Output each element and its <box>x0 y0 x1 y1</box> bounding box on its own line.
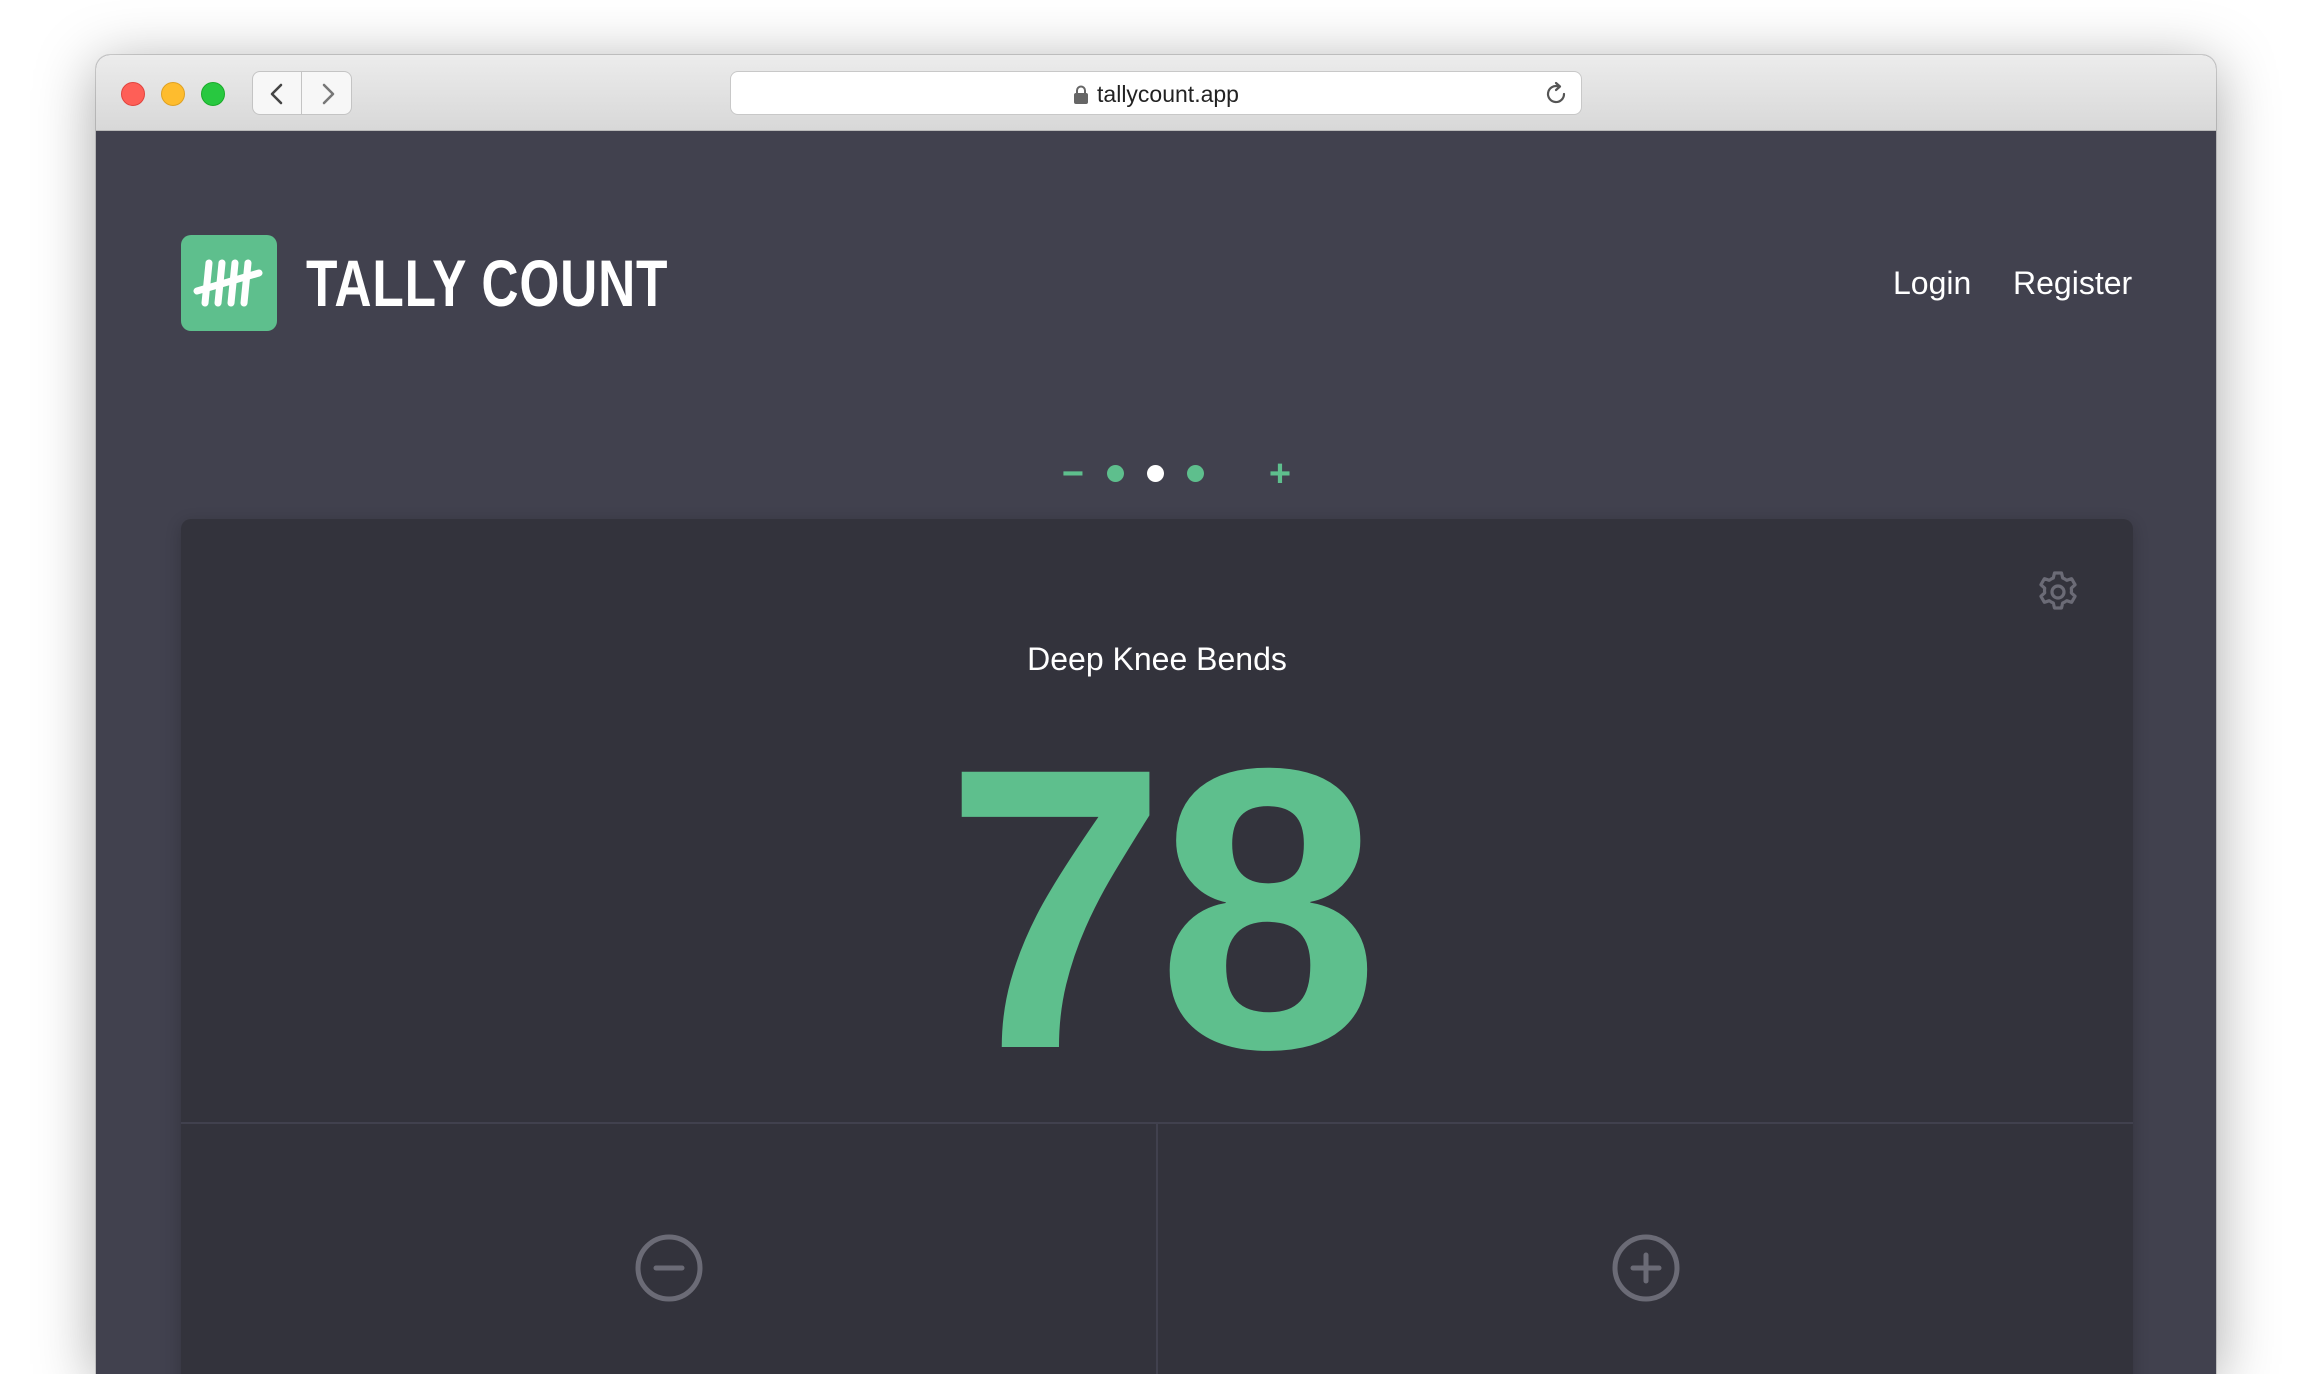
increment-button[interactable] <box>1158 1124 2133 1374</box>
minimize-window-button[interactable] <box>161 82 185 106</box>
forward-button[interactable] <box>302 71 352 115</box>
remove-counter-button[interactable]: − <box>1053 454 1093 494</box>
decrement-button[interactable] <box>181 1124 1156 1374</box>
register-link[interactable]: Register <box>2013 261 2132 305</box>
zoom-window-button[interactable] <box>201 82 225 106</box>
chevron-left-icon <box>270 83 283 105</box>
logo[interactable] <box>181 235 277 331</box>
address-bar[interactable]: tallycount.app <box>730 71 1582 115</box>
minus-circle-icon <box>635 1234 702 1301</box>
lock-icon <box>1074 85 1089 104</box>
address-text-wrap: tallycount.app <box>731 72 1581 116</box>
page-dot-2-active[interactable] <box>1147 465 1164 482</box>
chevron-right-icon <box>322 83 335 105</box>
counter-name[interactable]: Deep Knee Bends <box>181 637 2133 681</box>
counter-value: 78 <box>944 685 1380 1132</box>
close-window-button[interactable] <box>121 82 145 106</box>
reload-icon[interactable] <box>1543 81 1569 107</box>
url-text: tallycount.app <box>1097 81 1239 107</box>
back-button[interactable] <box>252 71 302 115</box>
counter-card: Deep Knee Bends 78 <box>181 519 2133 1374</box>
page-dot-1[interactable] <box>1107 465 1124 482</box>
add-counter-button[interactable]: + <box>1260 454 1300 494</box>
tally-marks-icon <box>193 259 263 307</box>
login-link[interactable]: Login <box>1893 261 1971 305</box>
browser-titlebar: tallycount.app <box>96 55 2216 131</box>
page-content: TALLY COUNT Login Register − + Deep Knee… <box>96 131 2216 1374</box>
brand-name: TALLY COUNT <box>306 246 669 320</box>
browser-window: tallycount.app TALLY COUNT Login Registe… <box>96 55 2216 1374</box>
gear-icon[interactable] <box>2035 569 2081 615</box>
plus-circle-icon <box>1612 1234 1679 1301</box>
page-dot-3[interactable] <box>1187 465 1204 482</box>
